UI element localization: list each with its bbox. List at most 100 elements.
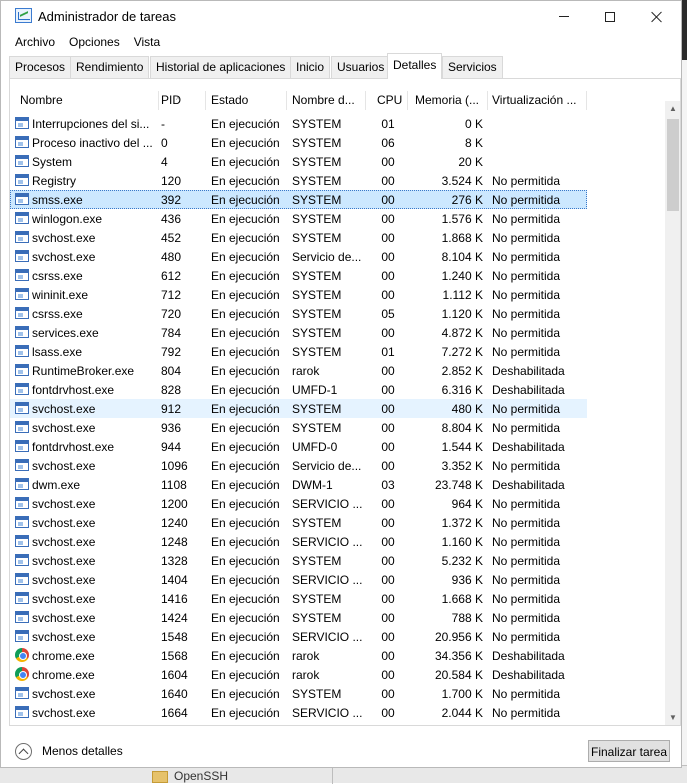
column-header-nombre[interactable]: Nombre: [15, 91, 159, 110]
cell-name: smss.exe: [32, 193, 83, 207]
column-header-estado[interactable]: Estado: [206, 91, 287, 110]
table-row[interactable]: svchost.exe 1548 En ejecución SERVICIO ... 0…: [10, 627, 587, 646]
cell-user: SERVICIO ...: [292, 630, 363, 644]
table-row[interactable]: chrome.exe 1568 En ejecución rarok 00 34.356 …: [10, 646, 587, 665]
table-row[interactable]: fontdrvhost.exe 944 En ejecución UMFD-0 00 1.…: [10, 437, 587, 456]
table-row[interactable]: svchost.exe 480 En ejecución Servicio de...…: [10, 247, 587, 266]
scroll-thumb[interactable]: [667, 119, 679, 211]
table-row[interactable]: svchost.exe 912 En ejecución SYSTEM 00 480 K N…: [10, 399, 587, 418]
menu-opciones[interactable]: Opciones: [62, 32, 127, 52]
process-table: Nombre PID ^ Estado Nombre d... CPU Memo…: [9, 79, 681, 726]
vertical-scrollbar[interactable]: ▲ ▼: [665, 101, 680, 725]
table-row[interactable]: svchost.exe 1664 En ejecución SERVICIO ... 0…: [10, 703, 587, 722]
table-row[interactable]: svchost.exe 1424 En ejecución SYSTEM 00 788 K…: [10, 608, 587, 627]
window-icon: [15, 345, 29, 357]
cell-name: wininit.exe: [32, 288, 89, 302]
menu-vista[interactable]: Vista: [127, 32, 167, 52]
title-bar[interactable]: Administrador de tareas: [1, 1, 681, 32]
cell-memoria: 34.356 K: [434, 649, 483, 663]
tab-servicios[interactable]: Servicios: [442, 56, 503, 78]
cell-memoria: 1.700 K: [441, 687, 483, 701]
column-header-memoria[interactable]: Memoria (...: [410, 91, 488, 110]
table-row[interactable]: csrss.exe 720 En ejecución SYSTEM 05 1.120 K N…: [10, 304, 587, 323]
table-row[interactable]: Registry 120 En ejecución SYSTEM 00 3.524 K No…: [10, 171, 587, 190]
table-row[interactable]: lsass.exe 792 En ejecución SYSTEM 01 7.272 K N…: [10, 342, 587, 361]
cell-pid: 1096: [161, 459, 188, 473]
tab-inicio[interactable]: Inicio: [290, 56, 331, 78]
tab-strip: Procesos Rendimiento Historial de aplica…: [1, 53, 681, 79]
tab-rendimiento[interactable]: Rendimiento: [70, 56, 150, 78]
window-icon: [15, 117, 29, 129]
maximize-button[interactable]: [587, 1, 633, 32]
cell-estado: En ejecución: [211, 212, 280, 226]
cell-user: SYSTEM: [292, 516, 342, 530]
cell-cpu: 06: [381, 136, 395, 150]
tab-procesos[interactable]: Procesos: [9, 56, 72, 78]
window-icon: [15, 687, 29, 699]
cell-cpu: 00: [381, 231, 395, 245]
cell-estado: En ejecución: [211, 573, 280, 587]
cell-virtualizacion: No permitida: [492, 421, 561, 435]
window-icon: [15, 193, 29, 205]
cell-memoria: 0 K: [464, 117, 483, 131]
table-row[interactable]: svchost.exe 936 En ejecución SYSTEM 00 8.804 …: [10, 418, 587, 437]
cell-memoria: 3.352 K: [441, 459, 483, 473]
table-row[interactable]: fontdrvhost.exe 828 En ejecución UMFD-1 00 6.…: [10, 380, 587, 399]
cell-virtualizacion: No permitida: [492, 497, 561, 511]
cell-user: SYSTEM: [292, 326, 342, 340]
menu-archivo[interactable]: Archivo: [1, 32, 62, 52]
cell-estado: En ejecución: [211, 288, 280, 302]
table-row[interactable]: winlogon.exe 436 En ejecución SYSTEM 00 1.576…: [10, 209, 587, 228]
table-row[interactable]: wininit.exe 712 En ejecución SYSTEM 00 1.112 …: [10, 285, 587, 304]
table-row[interactable]: smss.exe 392 En ejecución SYSTEM 00 276 K No p…: [10, 190, 587, 209]
table-row[interactable]: dwm.exe 1108 En ejecución DWM-1 03 23.748 K De…: [10, 475, 587, 494]
cell-cpu: 00: [381, 212, 395, 226]
cell-pid: 792: [161, 345, 182, 359]
cell-pid: 1328: [161, 554, 188, 568]
table-row[interactable]: Proceso inactivo del ... 0 En ejecución SYS…: [10, 133, 587, 152]
column-header-usuario[interactable]: Nombre d...: [287, 91, 366, 110]
table-row[interactable]: chrome.exe 1604 En ejecución rarok 00 20.584 …: [10, 665, 587, 684]
cell-memoria: 480 K: [451, 402, 483, 416]
cell-virtualizacion: No permitida: [492, 193, 561, 207]
column-header-cpu[interactable]: CPU: [372, 91, 408, 110]
table-row[interactable]: csrss.exe 612 En ejecución SYSTEM 00 1.240 K N…: [10, 266, 587, 285]
table-row[interactable]: svchost.exe 1640 En ejecución SYSTEM 00 1.700…: [10, 684, 587, 703]
scroll-down-icon[interactable]: ▼: [665, 710, 680, 725]
cell-virtualizacion: No permitida: [492, 326, 561, 340]
window-icon: [15, 231, 29, 243]
table-row[interactable]: svchost.exe 1096 En ejecución Servicio de..…: [10, 456, 587, 475]
column-header-pid[interactable]: PID: [156, 91, 206, 110]
scroll-up-icon[interactable]: ▲: [665, 101, 680, 117]
close-button[interactable]: [634, 1, 680, 32]
cell-pid: 1548: [161, 630, 188, 644]
table-row[interactable]: svchost.exe 1248 En ejecución SERVICIO ... 0…: [10, 532, 587, 551]
end-task-button[interactable]: Finalizar tarea: [588, 740, 670, 762]
folder-label: OpenSSH: [174, 769, 229, 783]
minimize-button[interactable]: [541, 1, 587, 32]
table-row[interactable]: svchost.exe 1404 En ejecución SERVICIO ... 0…: [10, 570, 587, 589]
table-row[interactable]: RuntimeBroker.exe 804 En ejecución rarok 00 2…: [10, 361, 587, 380]
table-row[interactable]: svchost.exe 1416 En ejecución SYSTEM 00 1.668…: [10, 589, 587, 608]
table-row[interactable]: System 4 En ejecución SYSTEM 00 20 K: [10, 152, 587, 171]
less-details-button[interactable]: Menos detalles: [15, 740, 123, 762]
table-row[interactable]: svchost.exe 1240 En ejecución SYSTEM 00 1.372…: [10, 513, 587, 532]
window-icon: [15, 440, 29, 452]
tab-usuarios[interactable]: Usuarios: [331, 56, 391, 78]
table-row[interactable]: services.exe 784 En ejecución SYSTEM 00 4.872…: [10, 323, 587, 342]
cell-memoria: 8.104 K: [441, 250, 483, 264]
cell-pid: 1640: [161, 687, 188, 701]
cell-pid: 0: [161, 136, 168, 150]
table-row[interactable]: Interrupciones del si... - En ejecución SYS…: [10, 114, 587, 133]
column-header-virtualizacion[interactable]: Virtualización ...: [487, 91, 587, 110]
table-row[interactable]: svchost.exe 1328 En ejecución SYSTEM 00 5.232…: [10, 551, 587, 570]
cell-name: dwm.exe: [32, 478, 81, 492]
window-icon: [15, 136, 29, 148]
cell-cpu: 05: [381, 307, 395, 321]
tab-detalles[interactable]: Detalles: [387, 53, 443, 79]
cell-virtualizacion: No permitida: [492, 174, 561, 188]
table-row[interactable]: svchost.exe 1200 En ejecución SERVICIO ... 0…: [10, 494, 587, 513]
tab-historial[interactable]: Historial de aplicaciones: [150, 56, 292, 78]
table-row[interactable]: svchost.exe 452 En ejecución SYSTEM 00 1.868 …: [10, 228, 587, 247]
cell-virtualizacion: No permitida: [492, 516, 561, 530]
